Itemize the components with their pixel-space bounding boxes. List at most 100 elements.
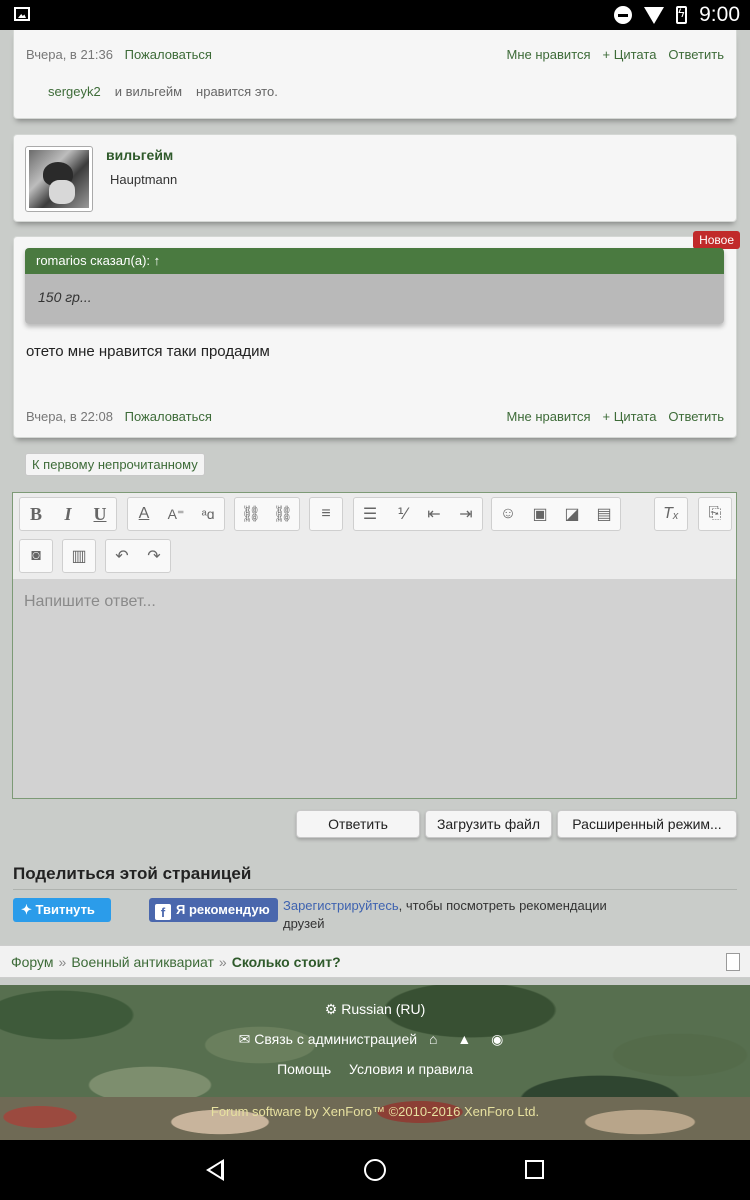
toolbar-group-save: ▥ — [62, 539, 96, 573]
bold-icon[interactable]: B — [20, 498, 52, 530]
contact-link[interactable]: Связь с администрацией — [254, 1031, 417, 1047]
facebook-recommend-button[interactable]: f Я рекомендую — [149, 898, 278, 922]
insert-icon[interactable]: ▤ — [588, 498, 620, 530]
media-icon[interactable]: ◪ — [556, 498, 588, 530]
bullet-list-icon[interactable]: ☰ — [354, 498, 386, 530]
align-icon[interactable]: ≡ — [310, 498, 342, 530]
link-icon[interactable]: ⛓ — [235, 498, 267, 530]
reply-link[interactable]: Ответить — [668, 409, 724, 424]
navigation-bar — [0, 1140, 750, 1200]
gallery-notification-icon — [14, 7, 30, 21]
facebook-label: Я рекомендую — [176, 902, 270, 917]
recent-apps-icon[interactable] — [525, 1160, 544, 1179]
image-icon[interactable]: ▣ — [524, 498, 556, 530]
post-actions: Мне нравится + Цитата Ответить — [507, 409, 724, 424]
breadcrumb-section[interactable]: Военный антиквариат — [71, 954, 214, 970]
toolbar-group-insert: ☺ ▣ ◪ ▤ — [491, 497, 621, 531]
post-meta: Вчера, в 21:36 Пожаловаться — [26, 47, 212, 62]
likes-conj[interactable]: и вильгейм — [115, 84, 182, 99]
font-size-icon[interactable]: A⁼ — [160, 498, 192, 530]
likes-suffix: нравится это. — [196, 84, 278, 99]
bbcode-icon[interactable]: ⎘ — [699, 498, 731, 530]
editor-toolbar: B I U A A⁼ ᵃɑ ⛓ ⛓ ≡ ☰ ⅟ ⇤ ⇥ ☺ ▣ ◪ ▤ Tₓ ⎘… — [13, 493, 736, 579]
report-link[interactable]: Пожаловаться — [125, 47, 212, 62]
advanced-mode-button[interactable]: Расширенный режим... — [557, 810, 737, 838]
status-bar: 9:00 — [0, 0, 750, 30]
remove-format-icon[interactable]: Tₓ — [655, 498, 687, 530]
document-icon[interactable] — [726, 953, 740, 971]
tweet-label: Твитнуть — [35, 902, 95, 917]
quote-header[interactable]: romarios сказал(а): ↑ — [25, 248, 724, 274]
liker-user-link[interactable]: sergeyk2 — [48, 84, 101, 99]
toolbar-group-align: ≡ — [309, 497, 343, 531]
toolbar-group-font: A A⁼ ᵃɑ — [127, 497, 225, 531]
quote-link[interactable]: + Цитата — [603, 47, 657, 62]
terms-link[interactable]: Условия и правила — [349, 1061, 473, 1077]
reply-link[interactable]: Ответить — [668, 47, 724, 62]
top-arrow-icon[interactable]: ▲ — [457, 1031, 471, 1047]
upload-file-button[interactable]: Загрузить файл — [425, 810, 552, 838]
toolbar-group-history: ↶ ↷ — [105, 539, 171, 573]
smilie-icon[interactable]: ☺ — [492, 498, 524, 530]
camera-icon[interactable]: ◙ — [20, 540, 52, 572]
reply-editor: B I U A A⁼ ᵃɑ ⛓ ⛓ ≡ ☰ ⅟ ⇤ ⇥ ☺ ▣ ◪ ▤ Tₓ ⎘… — [12, 492, 737, 799]
mail-icon: ✉ — [238, 1031, 251, 1047]
outdent-icon[interactable]: ⇤ — [418, 498, 450, 530]
quote-block: romarios сказал(а): ↑ 150 гр... — [25, 248, 724, 324]
save-icon[interactable]: ▥ — [63, 540, 95, 572]
report-link[interactable]: Пожаловаться — [125, 409, 212, 424]
footer-links: ✉ Связь с администрацией ⌂ ▲ ◉ — [0, 1031, 750, 1048]
gear-icon: ⚙ — [324, 1001, 338, 1017]
wifi-icon — [644, 6, 665, 24]
twitter-icon: ✦ — [21, 902, 32, 917]
username-link[interactable]: вильгейм — [106, 147, 173, 163]
like-link[interactable]: Мне нравится — [507, 47, 591, 62]
font-family-icon[interactable]: ᵃɑ — [192, 498, 224, 530]
quote-text: 150 гр... — [25, 274, 724, 324]
undo-icon[interactable]: ↶ — [106, 540, 138, 572]
quote-link[interactable]: + Цитата — [603, 409, 657, 424]
copyright-link[interactable]: Forum software by XenForo™ ©2010-2016 Xe… — [0, 1104, 750, 1119]
breadcrumb-current[interactable]: Сколько стоит? — [232, 954, 341, 970]
message-text: отето мне нравится таки продадим — [26, 343, 270, 360]
rss-icon[interactable]: ◉ — [491, 1031, 503, 1048]
reply-button[interactable]: Ответить — [296, 810, 420, 838]
italic-icon[interactable]: I — [52, 498, 84, 530]
toolbar-group-bbcode: ⎘ — [698, 497, 732, 531]
unlink-icon[interactable]: ⛓ — [267, 498, 299, 530]
status-time: 9:00 — [699, 3, 740, 26]
first-unread-button[interactable]: К первому непрочитанному — [25, 453, 205, 476]
back-icon[interactable] — [206, 1159, 224, 1181]
editor-placeholder: Напишите ответ... — [24, 593, 156, 610]
numbered-list-icon[interactable]: ⅟ — [386, 498, 418, 530]
like-link[interactable]: Мне нравится — [507, 409, 591, 424]
home-button-icon[interactable] — [364, 1159, 386, 1181]
status-icons: 9:00 — [614, 3, 740, 27]
likes-summary: sergeyk2 и вильгейм нравится это. — [48, 84, 278, 99]
indent-icon[interactable]: ⇥ — [450, 498, 482, 530]
share-note: Зарегистрируйтесь, чтобы посмотреть реко… — [283, 897, 643, 933]
register-link[interactable]: Зарегистрируйтесь — [283, 898, 399, 913]
home-icon[interactable]: ⌂ — [429, 1031, 437, 1047]
post-date[interactable]: Вчера, в 21:36 — [26, 47, 113, 62]
text-color-icon[interactable]: A — [128, 498, 160, 530]
footer-links-secondary: Помощь Условия и правила — [0, 1061, 750, 1077]
message-post-2: Новое romarios сказал(а): ↑ 150 гр... от… — [13, 231, 740, 438]
breadcrumb-forum[interactable]: Форум — [11, 954, 54, 970]
language-chooser[interactable]: ⚙ Russian (RU) — [0, 1001, 750, 1018]
user-title: Hauptmann — [110, 172, 178, 187]
share-title: Поделиться этой страницей — [13, 864, 252, 883]
facebook-icon: f — [155, 904, 171, 920]
help-link[interactable]: Помощь — [277, 1061, 331, 1077]
avatar[interactable] — [25, 146, 93, 212]
new-badge: Новое — [693, 231, 740, 249]
editor-text-area[interactable]: Напишите ответ... — [13, 579, 736, 798]
breadcrumb: Форум» Военный антиквариат» Сколько стоит? — [0, 945, 750, 978]
share-divider — [13, 889, 737, 890]
tweet-button[interactable]: ✦ Твитнуть — [13, 898, 111, 922]
post-date[interactable]: Вчера, в 22:08 — [26, 409, 113, 424]
underline-icon[interactable]: U — [84, 498, 116, 530]
post-actions: Мне нравится + Цитата Ответить — [507, 47, 724, 62]
redo-icon[interactable]: ↷ — [138, 540, 170, 572]
footer: ⚙ Russian (RU) ✉ Связь с администрацией … — [0, 985, 750, 1140]
